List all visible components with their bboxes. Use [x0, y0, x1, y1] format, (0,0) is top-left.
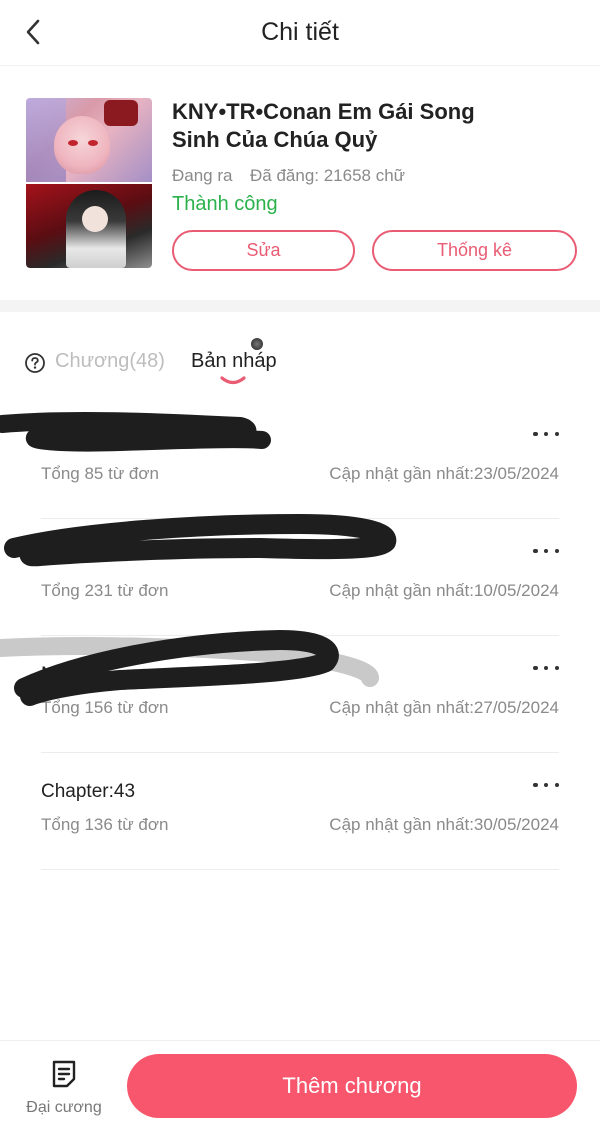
tab-bar: Chương(48) Bản nháp	[0, 312, 600, 402]
document-list-icon	[52, 1060, 76, 1088]
publish-state-label: Thành công	[172, 193, 278, 215]
bottom-action-bar: Đại cương Thêm chương	[0, 1040, 600, 1129]
draft-title: Chapter:43	[41, 781, 136, 802]
page-title: Chi tiết	[261, 18, 339, 46]
active-tab-indicator	[220, 376, 246, 385]
book-title: KNY•TR•Conan Em Gái Song Sinh Của Chúa Q…	[172, 99, 475, 152]
book-cover-image[interactable]	[26, 98, 152, 268]
draft-item[interactable]: Chapter:43 Tổng 136 từ đơn Cập nhật gần …	[41, 753, 559, 870]
top-bar: Chi tiết	[0, 0, 600, 66]
add-chapter-button[interactable]: Thêm chương	[127, 1054, 577, 1118]
more-options-icon[interactable]	[533, 775, 559, 795]
draft-updated-date: Cập nhật gần nhất:30/05/2024	[329, 815, 559, 834]
draft-word-count: Tổng 136 từ đơn	[41, 815, 169, 834]
redaction-scribble	[0, 411, 397, 706]
tab-badge-dot	[251, 338, 263, 350]
tab-chapters[interactable]: Chương(48)	[55, 350, 165, 373]
book-status: Đang ra	[172, 166, 233, 185]
tab-drafts[interactable]: Bản nháp	[191, 350, 277, 373]
edit-button[interactable]: Sửa	[172, 230, 355, 271]
section-divider	[0, 300, 600, 312]
outline-button[interactable]: Đại cương	[14, 1057, 114, 1121]
outline-label: Đại cương	[26, 1099, 102, 1116]
question-circle-icon[interactable]	[24, 352, 46, 374]
book-info-card: KNY•TR•Conan Em Gái Song Sinh Của Chúa Q…	[0, 66, 600, 300]
cover-art-bottom	[26, 184, 152, 268]
book-word-count: Đã đăng: 21658 chữ	[250, 166, 406, 185]
cover-art-top	[26, 98, 152, 182]
stats-button[interactable]: Thống kê	[372, 230, 577, 271]
